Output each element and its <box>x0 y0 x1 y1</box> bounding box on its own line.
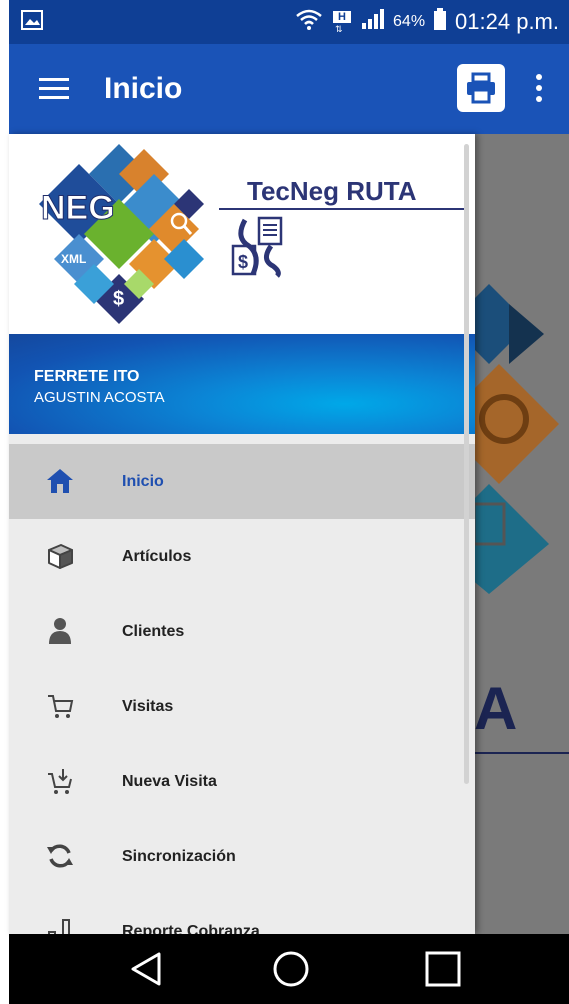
battery-percent: 64% <box>393 13 426 30</box>
menu-item-sincronizacion[interactable]: Sincronización <box>9 819 475 894</box>
logo-neg-text: NEG <box>41 189 115 227</box>
battery-icon <box>433 8 447 36</box>
back-icon[interactable] <box>127 948 169 990</box>
menu-item-label: Inicio <box>122 472 164 490</box>
system-nav-bar <box>9 934 569 1004</box>
logo-xml-text: XML <box>61 252 86 266</box>
menu-item-label: Artículos <box>122 547 192 565</box>
more-options-button[interactable] <box>529 74 549 104</box>
sync-icon <box>47 844 73 868</box>
printer-icon <box>467 72 495 104</box>
route-document-icon: $ <box>231 216 283 278</box>
menu-item-label: Visitas <box>122 697 174 715</box>
cart-add-icon <box>48 769 72 794</box>
menu-item-label: Reporte Cobranza <box>122 922 260 935</box>
network-badge-icon: H ⇅ <box>331 11 353 34</box>
status-icons: H ⇅ 64% 01:24 p.m. <box>295 8 559 36</box>
brand-title: TecNeg RUTA <box>247 176 417 206</box>
menu-item-inicio[interactable]: Inicio <box>9 444 475 519</box>
svg-text:$: $ <box>113 288 124 310</box>
brand-divider <box>219 208 469 210</box>
person-icon <box>49 618 71 644</box>
menu-item-label: Nueva Visita <box>122 772 217 790</box>
user-company: FERRETE ITO <box>34 368 140 385</box>
drawer-header-logo: NEG XML $ TecNeg RUTA $ <box>9 134 475 334</box>
menu-item-clientes[interactable]: Clientes <box>9 594 475 669</box>
drawer-menu: Inicio Artículos Clientes Visitas Nueva … <box>9 444 475 934</box>
wifi-icon <box>295 8 323 36</box>
home-nav-icon[interactable] <box>270 948 312 990</box>
menu-item-visitas[interactable]: Visitas <box>9 669 475 744</box>
recents-icon[interactable] <box>422 948 464 990</box>
background-title-fragment: A <box>474 675 518 742</box>
clock: 01:24 p.m. <box>455 9 559 34</box>
status-bar: H ⇅ 64% 01:24 p.m. <box>9 0 569 44</box>
signal-icon <box>361 8 385 36</box>
app-bar: Inicio <box>9 44 569 134</box>
box-icon <box>48 544 73 569</box>
menu-item-reporte-cobranza[interactable]: Reporte Cobranza <box>9 894 475 934</box>
tecneg-logo: NEG XML $ <box>39 144 204 324</box>
menu-item-nueva-visita[interactable]: Nueva Visita <box>9 744 475 819</box>
cart-icon <box>48 695 74 718</box>
menu-item-label: Clientes <box>122 622 185 640</box>
image-notification-icon <box>21 10 43 35</box>
menu-item-articulos[interactable]: Artículos <box>9 519 475 594</box>
background-divider <box>474 752 569 754</box>
print-button[interactable] <box>457 64 505 112</box>
user-name: AGUSTIN ACOSTA <box>34 389 165 406</box>
hamburger-icon[interactable] <box>39 78 69 100</box>
network-type-label: H <box>333 11 352 23</box>
svg-text:$: $ <box>238 252 248 272</box>
navigation-drawer: NEG XML $ TecNeg RUTA $ FERRETE ITO AGUS… <box>9 134 475 934</box>
page-title: Inicio <box>104 72 183 105</box>
menu-item-label: Sincronización <box>122 847 236 865</box>
drawer-user-header: FERRETE ITO AGUSTIN ACOSTA <box>9 334 475 434</box>
home-icon <box>47 469 73 493</box>
drawer-scrollbar[interactable] <box>464 144 469 784</box>
report-icon <box>48 919 70 934</box>
